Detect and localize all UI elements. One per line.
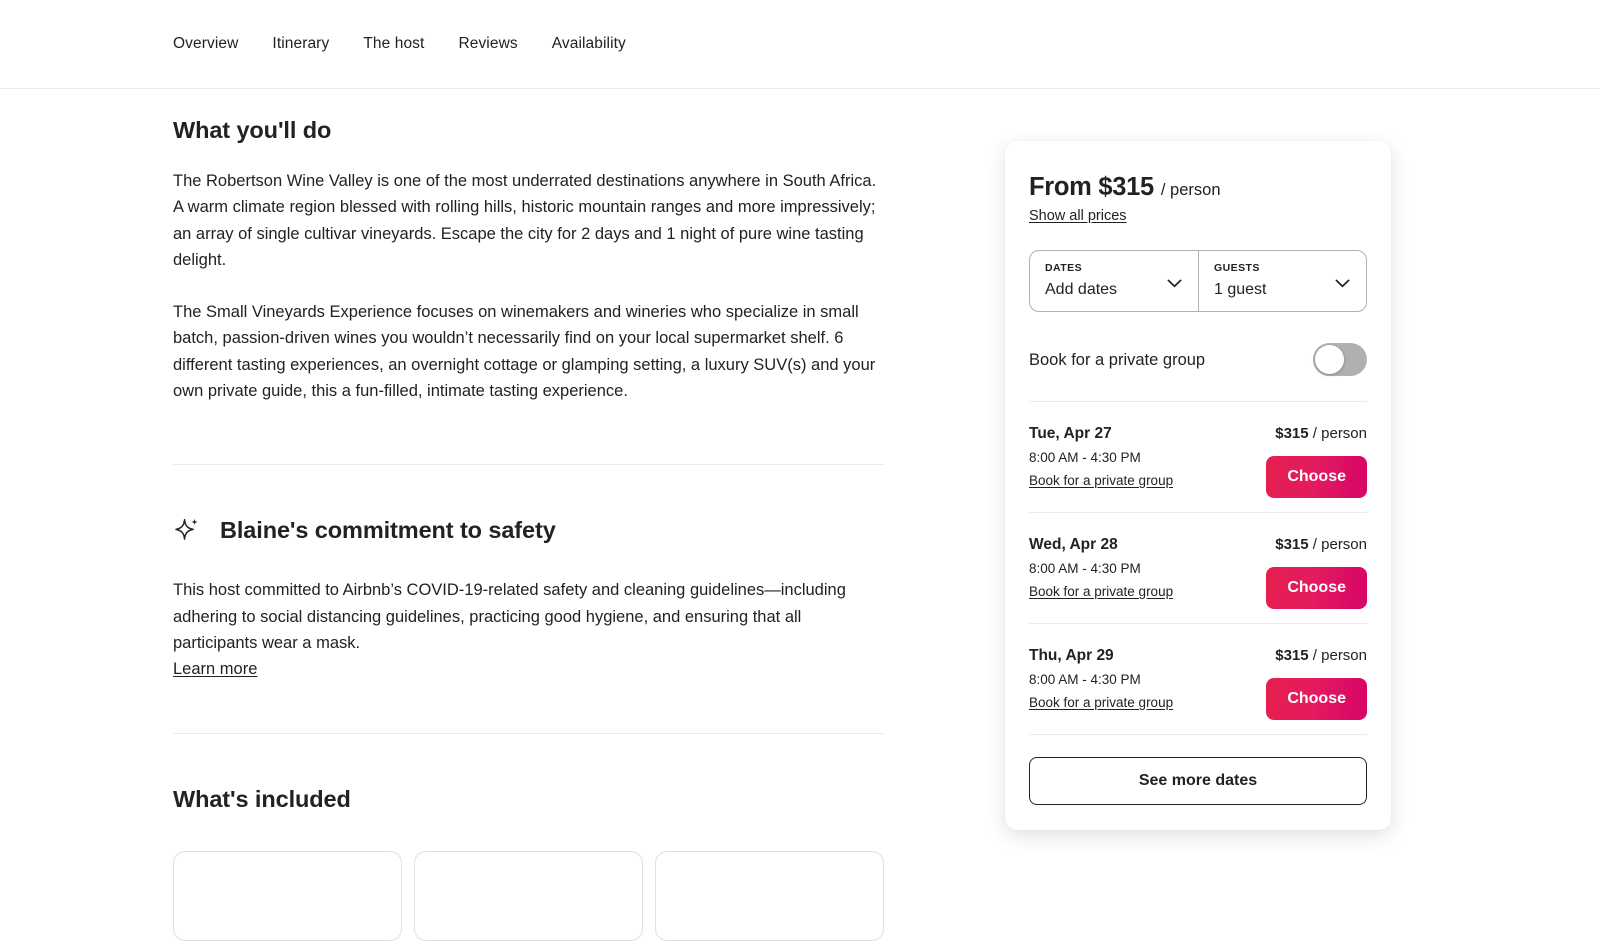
dates-guests-selector: DATES Add dates GUESTS 1 guest [1029, 250, 1367, 312]
whats-included-title: What's included [173, 786, 351, 813]
section-what-youll-do: What you'll do The Robertson Wine Valley… [173, 89, 887, 404]
price-line: From $315 / person [1029, 172, 1367, 202]
date-row-price-unit: / person [1312, 536, 1367, 553]
date-row-right: $315 / person Choose [1266, 646, 1367, 720]
date-row-price-amount: $315 [1275, 647, 1309, 664]
dates-selector-value: Add dates [1045, 281, 1118, 298]
date-row-price: $315 / person [1266, 646, 1367, 666]
guests-selector-value: 1 guest [1214, 281, 1267, 298]
private-group-toggle-label: Book for a private group [1029, 350, 1206, 369]
section-safety: Blaine's commitment to safety This host … [173, 516, 887, 682]
what-youll-do-title: What you'll do [173, 117, 332, 143]
choose-button[interactable]: Choose [1266, 456, 1367, 498]
chevron-down-icon [1335, 279, 1350, 288]
main-content-column: What you'll do The Robertson Wine Valley… [173, 89, 887, 941]
safety-body: This host committed to Airbnb’s COVID-19… [173, 581, 846, 652]
what-youll-do-paragraph-1: The Robertson Wine Valley is one of the … [173, 172, 877, 269]
included-card[interactable] [173, 851, 402, 941]
nav-links: Overview Itinerary The host Reviews Avai… [173, 0, 626, 88]
date-row-price-unit: / person [1312, 647, 1367, 664]
chevron-down-icon [1167, 279, 1182, 288]
private-group-toggle-switch[interactable] [1313, 343, 1367, 376]
guests-selector-label: GUESTS [1214, 262, 1260, 274]
section-nav-bar: Overview Itinerary The host Reviews Avai… [0, 0, 1600, 89]
date-row-right: $315 / person Choose [1266, 424, 1367, 498]
date-row-private-group-link[interactable]: Book for a private group [1029, 583, 1173, 601]
see-more-dates-button[interactable]: See more dates [1029, 757, 1367, 805]
date-row-private-group-link[interactable]: Book for a private group [1029, 472, 1173, 490]
date-row-price: $315 / person [1266, 424, 1367, 444]
divider-after-what-youll-do [173, 464, 884, 466]
date-row-price: $315 / person [1266, 535, 1367, 555]
show-all-prices-link[interactable]: Show all prices [1029, 207, 1127, 225]
dates-selector-label: DATES [1045, 262, 1083, 274]
section-whats-included: What's included [173, 785, 887, 941]
choose-button[interactable]: Choose [1266, 678, 1367, 720]
private-group-toggle-row: Book for a private group [1029, 341, 1367, 378]
included-card[interactable] [655, 851, 884, 941]
choose-button[interactable]: Choose [1266, 567, 1367, 609]
dates-selector[interactable]: DATES Add dates [1030, 251, 1198, 311]
sparkle-icon [175, 519, 198, 541]
what-youll-do-paragraph-2: The Small Vineyards Experience focuses o… [173, 303, 876, 401]
date-row: Tue, Apr 27 8:00 AM - 4:30 PM Book for a… [1029, 402, 1367, 512]
nav-item-reviews[interactable]: Reviews [458, 34, 517, 54]
toggle-knob [1315, 345, 1344, 374]
nav-item-itinerary[interactable]: Itinerary [272, 34, 329, 54]
date-row-right: $315 / person Choose [1266, 535, 1367, 609]
divider-after-safety [173, 733, 884, 735]
price-unit: / person [1160, 181, 1221, 199]
booking-card: From $315 / person Show all prices DATES… [1005, 141, 1391, 830]
nav-item-the-host[interactable]: The host [363, 34, 424, 54]
page-body: What you'll do The Robertson Wine Valley… [0, 89, 1600, 941]
date-row-price-amount: $315 [1275, 536, 1309, 553]
booking-price-header: From $315 / person Show all prices [1029, 141, 1367, 225]
whats-included-card-row [173, 851, 887, 941]
safety-title: Blaine's commitment to safety [220, 517, 556, 544]
price-from: From $315 [1029, 173, 1154, 201]
see-more-dates-wrap: See more dates [1029, 735, 1367, 830]
date-row: Wed, Apr 28 8:00 AM - 4:30 PM Book for a… [1029, 513, 1367, 623]
date-row-private-group-link[interactable]: Book for a private group [1029, 694, 1173, 712]
nav-item-availability[interactable]: Availability [552, 34, 626, 54]
learn-more-link[interactable]: Learn more [173, 660, 257, 678]
nav-item-overview[interactable]: Overview [173, 34, 238, 54]
date-row-price-unit: / person [1312, 425, 1367, 442]
safety-heading-row: Blaine's commitment to safety [173, 516, 887, 544]
included-card[interactable] [414, 851, 643, 941]
date-row-price-amount: $315 [1275, 425, 1309, 442]
guests-selector[interactable]: GUESTS 1 guest [1198, 251, 1366, 311]
date-row: Thu, Apr 29 8:00 AM - 4:30 PM Book for a… [1029, 624, 1367, 734]
